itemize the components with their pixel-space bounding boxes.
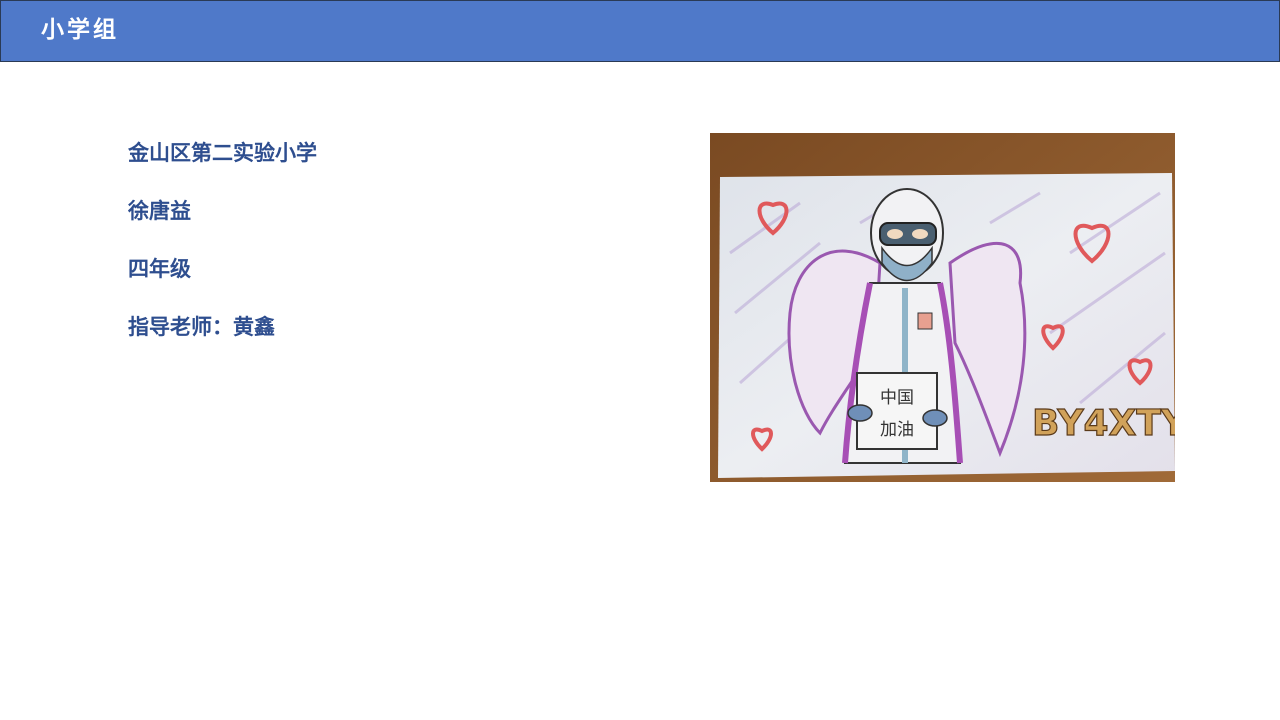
right-glove (922, 409, 948, 427)
teacher-label: 指导老师：黄鑫 (128, 314, 275, 339)
header-title: 小学组 (41, 16, 119, 43)
sign-text-line2: 加油 (880, 420, 914, 440)
suit-pocket (917, 312, 933, 330)
slide: 小学组 金山区第二实验小学 徐唐益 四年级 指导老师：黄鑫 中国 加油 BY4X… (0, 0, 1280, 720)
right-eye (912, 229, 928, 239)
grade-label: 四年级 (128, 256, 191, 281)
left-eye (887, 229, 903, 239)
artist-signature: BY4XTY (1032, 403, 1175, 444)
school-name: 金山区第二实验小学 (128, 140, 317, 165)
left-glove (847, 404, 873, 422)
student-name: 徐唐益 (128, 198, 191, 223)
artwork-image: 中国 加油 BY4XTY (710, 133, 1175, 482)
header-bar: 小学组 (0, 0, 1280, 62)
info-list: 金山区第二实验小学 徐唐益 四年级 指导老师：黄鑫 (128, 138, 317, 370)
artwork-drawing: 中国 加油 BY4XTY (710, 133, 1175, 482)
sign-text-line1: 中国 (880, 388, 914, 408)
